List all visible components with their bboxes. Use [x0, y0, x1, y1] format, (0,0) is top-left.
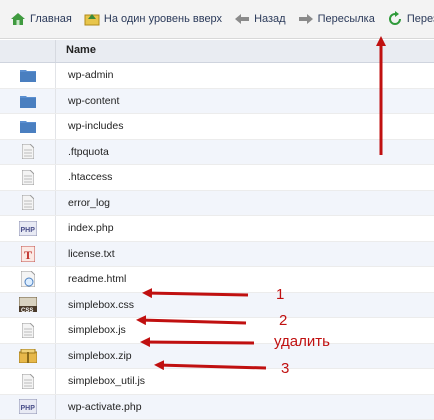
icon-column-header	[0, 40, 56, 62]
text-file-icon	[0, 165, 56, 190]
file-name-link[interactable]: simplebox.css	[68, 299, 134, 311]
table-row[interactable]: error_log	[0, 191, 434, 217]
forward-label: Пересылка	[318, 13, 375, 25]
back-button[interactable]: Назад	[234, 11, 286, 27]
file-list: wp-admin wp-content wp-includes .ftpquota .h…	[0, 63, 434, 420]
folder-icon	[0, 63, 56, 88]
text-file-icon	[0, 318, 56, 343]
text-file-icon	[0, 191, 56, 216]
svg-text:PHP: PHP	[20, 405, 35, 412]
file-name-link[interactable]: wp-admin	[68, 69, 114, 81]
file-name-link[interactable]: index.php	[68, 222, 114, 234]
table-header: Name	[0, 40, 434, 63]
folder-icon	[0, 114, 56, 139]
php-file-icon: PHP	[0, 216, 56, 241]
table-row[interactable]: wp-includes	[0, 114, 434, 140]
svg-text:T: T	[24, 248, 32, 262]
annotation-label-2: 2	[279, 312, 287, 329]
css-file-icon: CSS	[0, 293, 56, 318]
zip-file-icon	[0, 344, 56, 369]
file-name-link[interactable]: simplebox.zip	[68, 350, 132, 362]
annotation-label-1: 1	[276, 286, 284, 303]
annotation-label-delete: удалить	[274, 333, 330, 350]
file-name-link[interactable]: wp-content	[68, 95, 119, 107]
php-file-icon: PHP	[0, 395, 56, 420]
up-folder-icon	[84, 11, 100, 27]
file-name-link[interactable]: wp-includes	[68, 120, 123, 132]
up-level-label: На один уровень вверх	[104, 13, 222, 25]
table-row[interactable]: simplebox.js	[0, 318, 434, 344]
svg-text:PHP: PHP	[20, 227, 35, 234]
table-row[interactable]: wp-admin	[0, 63, 434, 89]
up-level-button[interactable]: На один уровень вверх	[84, 11, 222, 27]
file-name-link[interactable]: .htaccess	[68, 171, 112, 183]
file-name-link[interactable]: .ftpquota	[68, 146, 109, 158]
table-row[interactable]: readme.html	[0, 267, 434, 293]
table-row[interactable]: Tlicense.txt	[0, 242, 434, 268]
file-name-link[interactable]: wp-activate.php	[68, 401, 142, 413]
home-icon	[10, 11, 26, 27]
annotation-label-3: 3	[281, 360, 289, 377]
reload-icon	[387, 11, 403, 27]
home-button[interactable]: Главная	[10, 11, 72, 27]
file-name-link[interactable]: simplebox_util.js	[68, 375, 145, 387]
table-row[interactable]: wp-content	[0, 89, 434, 115]
file-name-link[interactable]: error_log	[68, 197, 110, 209]
file-name-link[interactable]: readme.html	[68, 273, 126, 285]
back-label: Назад	[254, 13, 286, 25]
table-row[interactable]: .ftpquota	[0, 140, 434, 166]
reload-label: Перезагрузка	[407, 13, 434, 25]
home-label: Главная	[30, 13, 72, 25]
txt-file-icon: T	[0, 242, 56, 267]
text-file-icon	[0, 140, 56, 165]
svg-text:CSS: CSS	[21, 308, 33, 312]
forward-button[interactable]: Пересылка	[298, 11, 375, 27]
file-name-link[interactable]: license.txt	[68, 248, 115, 260]
back-arrow-icon	[234, 11, 250, 27]
table-row[interactable]: CSS simplebox.css	[0, 293, 434, 319]
forward-arrow-icon	[298, 11, 314, 27]
table-row[interactable]: PHP wp-activate.php	[0, 395, 434, 420]
reload-button[interactable]: Перезагрузка	[387, 11, 434, 27]
html-file-icon	[0, 267, 56, 292]
file-name-link[interactable]: simplebox.js	[68, 324, 126, 336]
table-row[interactable]: .htaccess	[0, 165, 434, 191]
toolbar: Главная На один уровень вверх Назад Пере…	[0, 0, 434, 39]
table-row[interactable]: PHP index.php	[0, 216, 434, 242]
folder-icon	[0, 89, 56, 114]
table-row[interactable]: simplebox.zip	[0, 344, 434, 370]
name-column-header[interactable]: Name	[66, 44, 96, 56]
text-file-icon	[0, 369, 56, 394]
table-row[interactable]: simplebox_util.js	[0, 369, 434, 395]
